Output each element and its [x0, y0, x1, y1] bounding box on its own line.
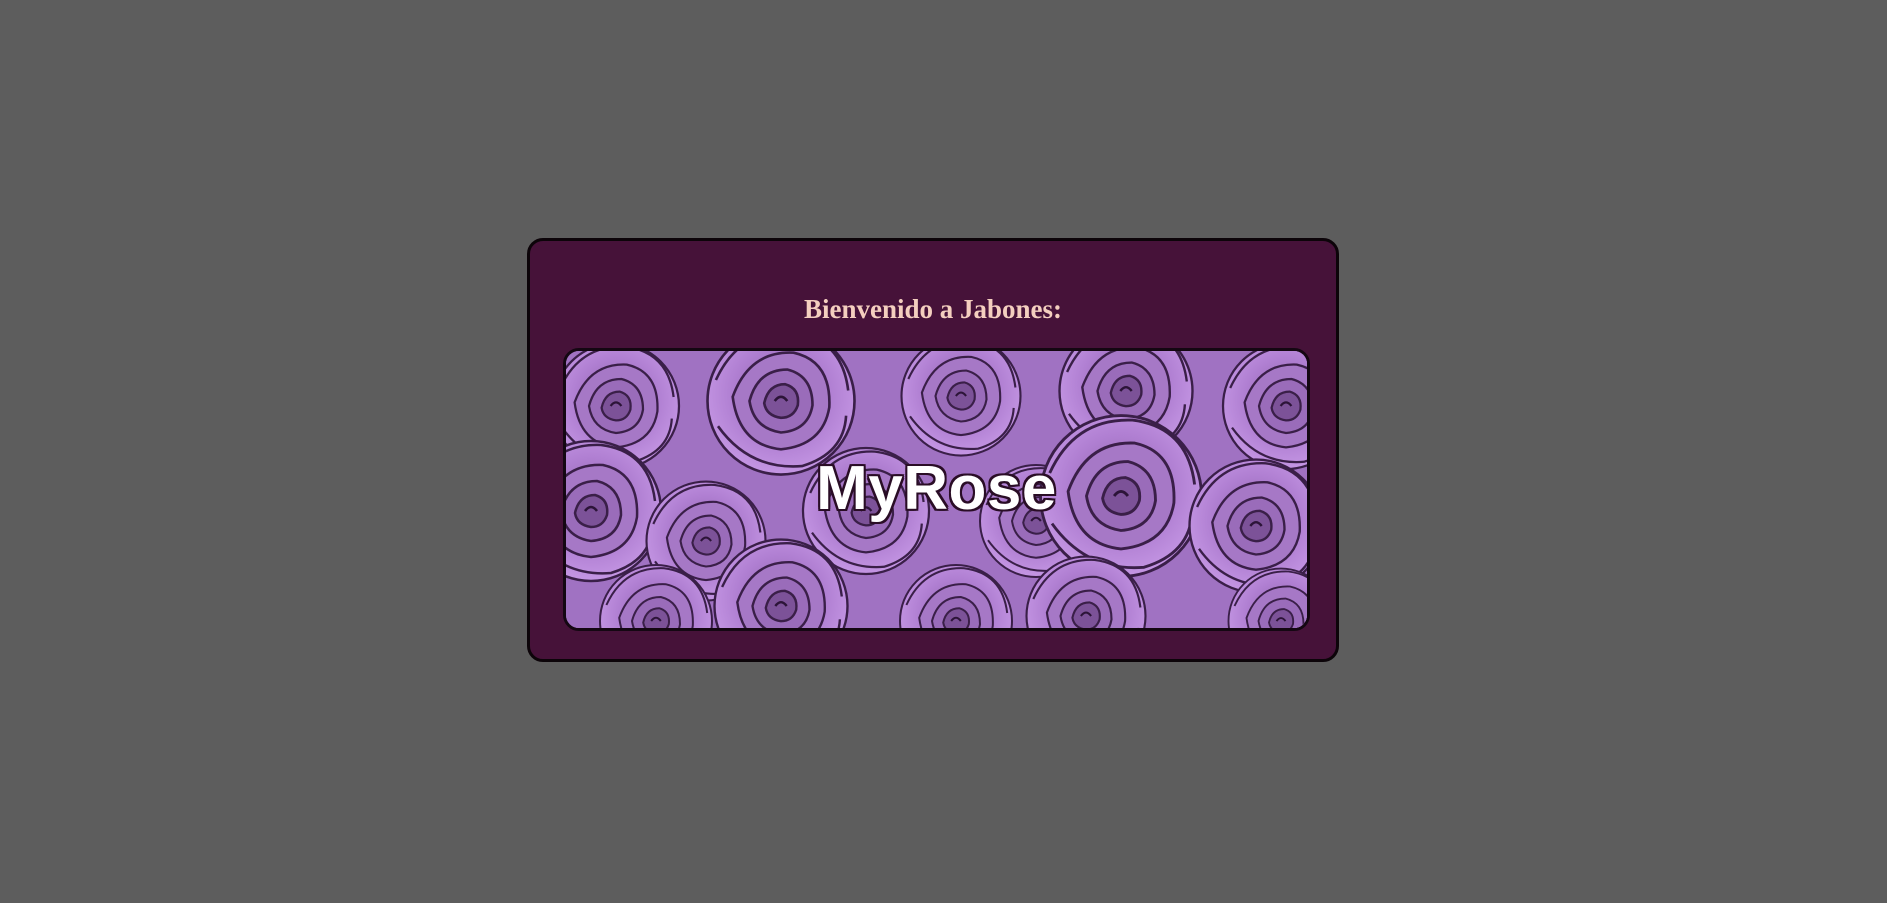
page: Bienvenido a Jabones: MyRose	[0, 0, 1887, 903]
brand-name: MyRose	[816, 454, 1057, 523]
welcome-card: Bienvenido a Jabones: MyRose	[527, 238, 1339, 662]
brand-banner: MyRose	[563, 348, 1310, 631]
welcome-title: Bienvenido a Jabones:	[803, 294, 1063, 324]
